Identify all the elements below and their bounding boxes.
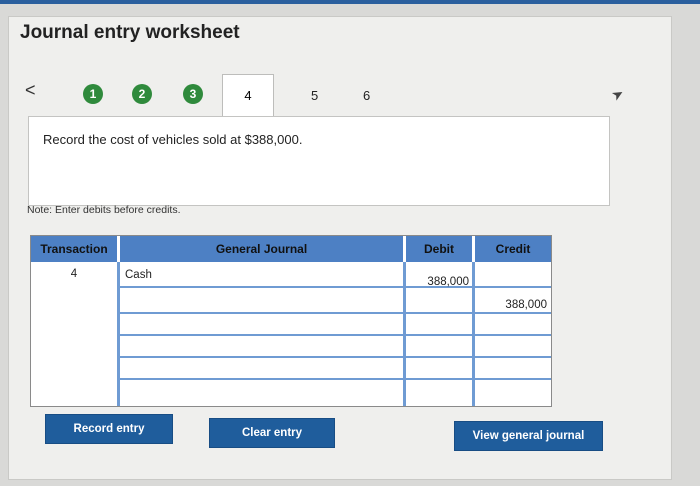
grid-line: [117, 378, 551, 380]
col-header-general-journal: General Journal: [120, 236, 403, 262]
grid-line: [117, 286, 551, 288]
instruction-text: Record the cost of vehicles sold at $388…: [43, 132, 303, 147]
record-entry-button[interactable]: Record entry: [45, 414, 173, 444]
instruction-box: Record the cost of vehicles sold at $388…: [28, 116, 610, 206]
view-general-journal-button[interactable]: View general journal: [454, 421, 603, 451]
account-cell[interactable]: Cash: [125, 269, 152, 281]
clear-entry-button[interactable]: Clear entry: [209, 418, 335, 448]
col-header-credit: Credit: [475, 236, 551, 262]
credit-cell[interactable]: 388,000: [477, 299, 547, 311]
note-text: Note: Enter debits before credits.: [27, 204, 181, 216]
step-4-tab[interactable]: 4: [222, 74, 274, 117]
grid-line: [117, 356, 551, 358]
step-6-tab[interactable]: 6: [363, 88, 370, 103]
prev-arrow-icon[interactable]: <: [25, 80, 36, 101]
page-title: Journal entry worksheet: [20, 22, 240, 43]
col-header-debit: Debit: [406, 236, 472, 262]
journal-table: Transaction General Journal Debit Credit…: [30, 235, 552, 407]
top-strip: [0, 0, 700, 4]
grid-line: [117, 334, 551, 336]
col-header-transaction: Transaction: [31, 236, 117, 262]
step-5-tab[interactable]: 5: [311, 88, 318, 103]
debit-cell[interactable]: 388,000: [407, 276, 469, 288]
step-2-tab[interactable]: 2: [132, 84, 152, 104]
step-3-tab[interactable]: 3: [183, 84, 203, 104]
transaction-cell[interactable]: 4: [31, 268, 117, 280]
step-4-label: 4: [244, 88, 252, 103]
grid-line: [117, 312, 551, 314]
step-1-tab[interactable]: 1: [83, 84, 103, 104]
